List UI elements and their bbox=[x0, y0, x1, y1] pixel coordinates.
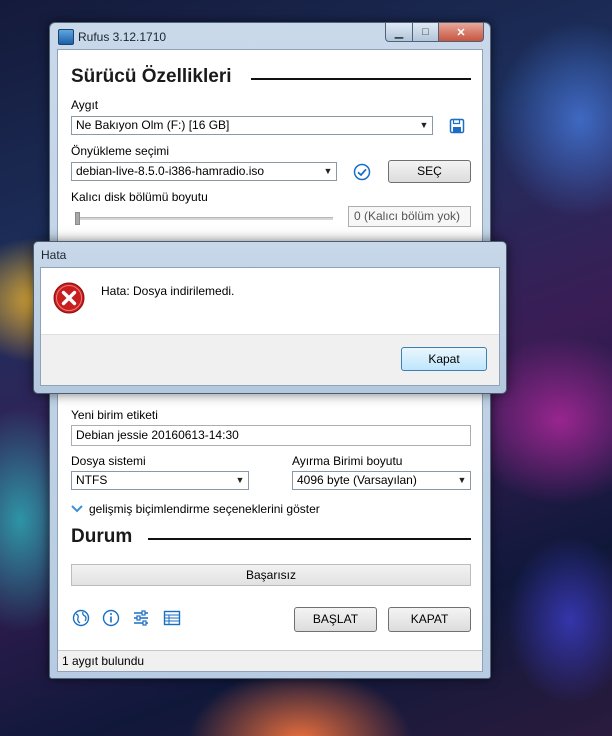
file-system-select[interactable]: NTFS ▼ bbox=[71, 471, 249, 490]
table-log-icon bbox=[163, 610, 181, 626]
cluster-size-value: 4096 byte (Varsayılan) bbox=[297, 473, 417, 487]
persistent-size-label: Kalıcı disk bölümü boyutu bbox=[71, 190, 208, 204]
chevron-down-icon: ▼ bbox=[323, 166, 333, 176]
close-button[interactable]: KAPAT bbox=[388, 607, 471, 632]
error-message: Hata: Dosya indirilemedi. bbox=[101, 284, 235, 298]
minimize-button[interactable]: ▁ bbox=[385, 23, 413, 42]
boot-selection-value: debian-live-8.5.0-i386-hamradio.iso bbox=[76, 164, 265, 178]
title-bar[interactable]: Rufus 3.12.1710 ▁ □ ✕ bbox=[50, 23, 490, 49]
device-label: Aygıt bbox=[71, 98, 99, 112]
verify-button[interactable] bbox=[352, 162, 372, 182]
language-button[interactable] bbox=[71, 608, 91, 628]
slider-thumb[interactable] bbox=[75, 212, 80, 225]
status-bar-text: 1 aygıt bulundu bbox=[62, 654, 145, 668]
info-icon bbox=[102, 609, 120, 627]
status-heading: Durum bbox=[71, 526, 133, 547]
dialog-body: Hata: Dosya indirilemedi. Kapat bbox=[40, 267, 500, 386]
check-circle-icon bbox=[353, 163, 371, 181]
dialog-title: Hata bbox=[41, 248, 67, 262]
select-image-button[interactable]: SEÇ bbox=[388, 160, 471, 183]
error-dialog: Hata Hata: Dosya indirilemedi. Kapat bbox=[33, 241, 507, 394]
dialog-footer: Kapat bbox=[41, 334, 499, 385]
chevron-down-icon: ▼ bbox=[457, 475, 467, 485]
close-icon: ✕ bbox=[456, 26, 466, 39]
slider-track bbox=[75, 217, 333, 220]
cluster-size-label: Ayırma Birimi boyutu bbox=[292, 454, 403, 468]
volume-label-input[interactable]: Debian jessie 20160613-14:30 bbox=[71, 425, 471, 446]
heading-divider bbox=[251, 78, 471, 80]
error-icon bbox=[53, 282, 85, 314]
settings-button[interactable] bbox=[131, 608, 151, 628]
dialog-close-button[interactable]: Kapat bbox=[401, 347, 487, 371]
minimize-icon: ▁ bbox=[394, 26, 404, 39]
maximize-icon: □ bbox=[422, 26, 429, 38]
boot-selection-label: Önyükleme seçimi bbox=[71, 144, 170, 158]
about-button[interactable] bbox=[101, 608, 121, 628]
advanced-format-label: gelişmiş biçimlendirme seçeneklerini gös… bbox=[89, 502, 320, 516]
globe-icon bbox=[72, 609, 90, 627]
start-button[interactable]: BAŞLAT bbox=[294, 607, 377, 632]
maximize-button[interactable]: □ bbox=[413, 23, 439, 42]
persistent-size-field[interactable]: 0 (Kalıcı bölüm yok) bbox=[348, 206, 471, 227]
volume-label-label: Yeni birim etiketi bbox=[71, 408, 158, 422]
persistent-size-slider[interactable] bbox=[71, 208, 333, 228]
file-system-label: Dosya sistemi bbox=[71, 454, 146, 468]
progress-bar: Başarısız bbox=[71, 564, 471, 586]
file-system-value: NTFS bbox=[76, 473, 108, 487]
window-controls: ▁ □ ✕ bbox=[385, 23, 484, 42]
cluster-size-select[interactable]: 4096 byte (Varsayılan) ▼ bbox=[292, 471, 471, 490]
chevron-down-icon bbox=[71, 505, 83, 513]
status-bar: 1 aygıt bulundu bbox=[58, 650, 482, 671]
floppy-disk-icon bbox=[449, 118, 465, 134]
device-select[interactable]: Ne Bakıyon Olm (F:) [16 GB] ▼ bbox=[71, 116, 433, 135]
window-title: Rufus 3.12.1710 bbox=[78, 30, 167, 44]
usb-drive-icon bbox=[58, 29, 74, 45]
save-drive-button[interactable] bbox=[447, 116, 467, 136]
chevron-down-icon: ▼ bbox=[235, 475, 245, 485]
log-button[interactable] bbox=[162, 608, 182, 628]
close-window-button[interactable]: ✕ bbox=[439, 23, 484, 42]
boot-selection-select[interactable]: debian-live-8.5.0-i386-hamradio.iso ▼ bbox=[71, 162, 337, 181]
status-divider bbox=[148, 538, 471, 540]
chevron-down-icon: ▼ bbox=[419, 120, 429, 130]
device-select-value: Ne Bakıyon Olm (F:) [16 GB] bbox=[76, 118, 230, 132]
drive-properties-heading: Sürücü Özellikleri bbox=[71, 66, 232, 87]
progress-text: Başarısız bbox=[245, 568, 296, 582]
sliders-icon bbox=[134, 610, 148, 626]
